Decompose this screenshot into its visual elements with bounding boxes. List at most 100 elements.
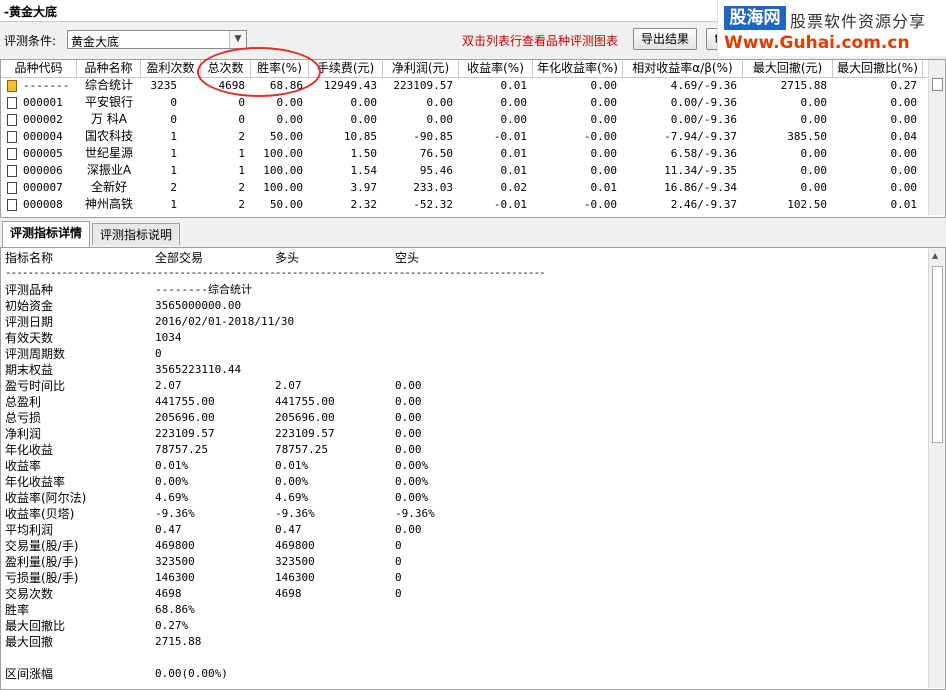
cell-drawdown: 0.00 <box>800 181 828 194</box>
metric-long: 441755.00 <box>275 395 335 408</box>
cell-total: 2 <box>238 181 245 194</box>
cell-winrate: 100.00 <box>263 181 303 194</box>
condition-value: 黄金大底 <box>71 35 120 49</box>
metric-name: 交易量(股/手) <box>5 539 79 553</box>
metric-short: 0.00 <box>395 379 422 392</box>
metric-long: 0.01% <box>275 459 309 472</box>
table-row[interactable]: 000002 万 科A 0 0 0.00 0.00 0.00 0.00 0.00 0.00/-9.… <box>1 111 927 128</box>
col-header[interactable]: 品种名称 <box>77 60 141 77</box>
cell-fee: 1.54 <box>350 164 378 177</box>
metric-all: 2.07 <box>155 379 182 392</box>
col-header[interactable]: 收益率(%) <box>459 60 533 77</box>
condition-select[interactable]: 黄金大底 ▼ <box>67 30 247 49</box>
table-row[interactable]: 000006 深振业A 1 1 100.00 1.54 95.46 0.01 0.00 11.34… <box>1 162 927 179</box>
document-icon <box>7 97 17 109</box>
metric-short: 0 <box>395 571 402 584</box>
col-header[interactable]: 最大回撤(元) <box>743 60 833 77</box>
cell-return: 0.01 <box>500 79 528 92</box>
metric-long: 0.47 <box>275 523 302 536</box>
cell-drawdown: 2715.88 <box>780 79 827 92</box>
cell-winrate: 50.00 <box>269 198 303 211</box>
table-row[interactable]: 000004 国农科技 1 2 50.00 10.85 -90.85 -0.01 -0.00 -7… <box>1 128 927 145</box>
summary-icon <box>7 80 17 92</box>
cell-wins: 1 <box>170 130 177 143</box>
cell-annual: 0.00 <box>590 113 618 126</box>
metric-all: 0.01% <box>155 459 189 472</box>
table-row[interactable]: 000005 世纪星源 1 1 100.00 1.50 76.50 0.01 0.00 6.58/… <box>1 145 927 162</box>
tab-details[interactable]: 评测指标详情 <box>2 221 90 247</box>
metric-name: 有效天数 <box>5 331 54 345</box>
cell-return: 0.01 <box>500 147 528 160</box>
cell-winrate: 100.00 <box>263 147 303 160</box>
cell-annual: 0.00 <box>590 164 618 177</box>
document-icon <box>7 114 17 126</box>
detail-separator: ----------------------------------------… <box>5 266 546 279</box>
metric-all: 68.86% <box>155 603 195 616</box>
detail-tabs: 评测指标详情 评测指标说明 <box>0 221 946 247</box>
metric-long: 146300 <box>275 571 315 584</box>
metric-name: 收益率(贝塔) <box>5 507 75 521</box>
condition-label: 评测条件: <box>4 34 57 48</box>
table-row[interactable]: 000001 平安银行 0 0 0.00 0.00 0.00 0.00 0.00 0.00/-9.… <box>1 94 927 111</box>
col-header[interactable]: 最大回撤比(%) <box>833 60 923 77</box>
cell-annual: 0.00 <box>590 147 618 160</box>
cell-drawdown-ratio: 0.00 <box>890 96 918 109</box>
col-header[interactable]: 净利润(元) <box>383 60 459 77</box>
metric-name: 年化收益 <box>5 443 54 457</box>
metric-name: 收益率(阿尔法) <box>5 491 87 505</box>
chevron-down-icon[interactable]: ▼ <box>229 31 246 48</box>
metric-short: 0.00 <box>395 523 422 536</box>
metric-name: 平均利润 <box>5 523 54 537</box>
tab-explanation[interactable]: 评测指标说明 <box>92 223 180 245</box>
scrollbar-thumb[interactable] <box>932 78 943 91</box>
metric-name: 评测周期数 <box>5 347 66 361</box>
scroll-up-icon[interactable]: ▲ <box>932 251 938 260</box>
cell-return: 0.01 <box>500 164 528 177</box>
table-row[interactable]: 000007 全新好 2 2 100.00 3.97 233.03 0.02 0.01 16.86… <box>1 179 927 196</box>
col-header[interactable]: 年化收益率(%) <box>533 60 623 77</box>
scrollbar-thumb[interactable] <box>932 266 943 443</box>
col-header[interactable]: 品种代码 <box>1 60 77 77</box>
metric-all: 1034 <box>155 331 182 344</box>
cell-code: 000004 <box>23 130 63 143</box>
cell-total: 0 <box>238 96 245 109</box>
cell-wins: 1 <box>170 164 177 177</box>
metric-short: 0.00% <box>395 491 429 504</box>
cell-fee: 3.97 <box>350 181 378 194</box>
cell-net: -90.85 <box>413 130 453 143</box>
table-scrollbar[interactable] <box>928 60 945 215</box>
detail-header-short: 空头 <box>395 251 420 265</box>
metric-short: 0.00 <box>395 411 422 424</box>
document-icon <box>7 165 17 177</box>
table-row[interactable]: ------- 综合统计 3235 4698 68.86 12949.43 223109.5… <box>1 77 927 94</box>
table-row[interactable]: 000008 神州高铁 1 2 50.00 2.32 -52.32 -0.01 -0.00 2.4… <box>1 196 927 213</box>
hint-text: 双击列表行查看品种评测图表 <box>462 34 619 48</box>
metric-name: 初始资金 <box>5 299 54 313</box>
cell-alpha-beta: 2.46/-9.37 <box>670 198 737 211</box>
cell-code: 000005 <box>23 147 63 160</box>
results-table[interactable]: 品种代码 品种名称 盈利次数 总次数 胜率(%) 手续费(元) 净利润(元) 收… <box>0 59 946 218</box>
metric-all: 0.27% <box>155 619 189 632</box>
table-header: 品种代码 品种名称 盈利次数 总次数 胜率(%) 手续费(元) 净利润(元) 收… <box>1 60 927 78</box>
cell-net: -52.32 <box>413 198 453 211</box>
cell-total: 2 <box>238 198 245 211</box>
metric-all: 4.69% <box>155 491 189 504</box>
metric-name: 收益率 <box>5 459 42 473</box>
export-button[interactable]: 导出结果 <box>633 28 697 50</box>
cell-code: 000006 <box>23 164 63 177</box>
metric-short: 0 <box>395 587 402 600</box>
cell-winrate: 50.00 <box>269 130 303 143</box>
detail-scrollbar[interactable]: ▲ <box>928 248 945 688</box>
col-header[interactable]: 相对收益率α/β(%) <box>623 60 743 77</box>
metric-name: 年化收益率 <box>5 475 66 489</box>
cell-name: 全新好 <box>90 180 127 194</box>
col-header[interactable]: 盈利次数 <box>141 60 201 77</box>
metric-name: 盈亏时间比 <box>5 379 66 393</box>
cell-name: 世纪星源 <box>84 146 133 160</box>
cell-code: 000001 <box>23 96 63 109</box>
metric-long: -9.36% <box>275 507 315 520</box>
cell-name: 国农科技 <box>84 129 133 143</box>
detail-header-all: 全部交易 <box>155 251 204 265</box>
watermark-url: Www.Guhai.com.cn <box>724 33 910 53</box>
cell-annual: 0.00 <box>590 96 618 109</box>
